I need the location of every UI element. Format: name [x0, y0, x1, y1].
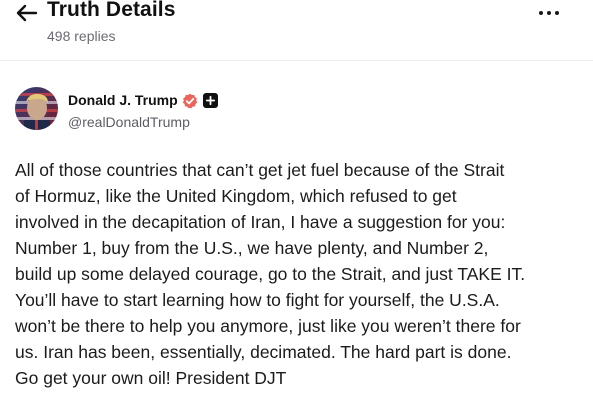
header-divider	[0, 60, 593, 61]
author-name[interactable]: Donald J. Trump	[68, 92, 178, 108]
arrow-left-icon	[16, 4, 38, 22]
author-handle[interactable]: @realDonaldTrump	[68, 114, 190, 130]
page-title: Truth Details	[47, 0, 176, 21]
more-options-button[interactable]	[539, 9, 559, 17]
reply-count: 498 replies	[47, 28, 116, 44]
plus-icon	[205, 95, 216, 106]
avatar[interactable]	[15, 87, 58, 130]
back-button[interactable]	[14, 3, 40, 23]
more-horizontal-icon	[539, 11, 543, 15]
post-body: All of those countries that can’t get je…	[15, 160, 526, 388]
verified-badge-icon	[182, 93, 198, 109]
follow-button[interactable]	[203, 93, 218, 108]
page-header: Truth Details 498 replies	[0, 0, 593, 60]
